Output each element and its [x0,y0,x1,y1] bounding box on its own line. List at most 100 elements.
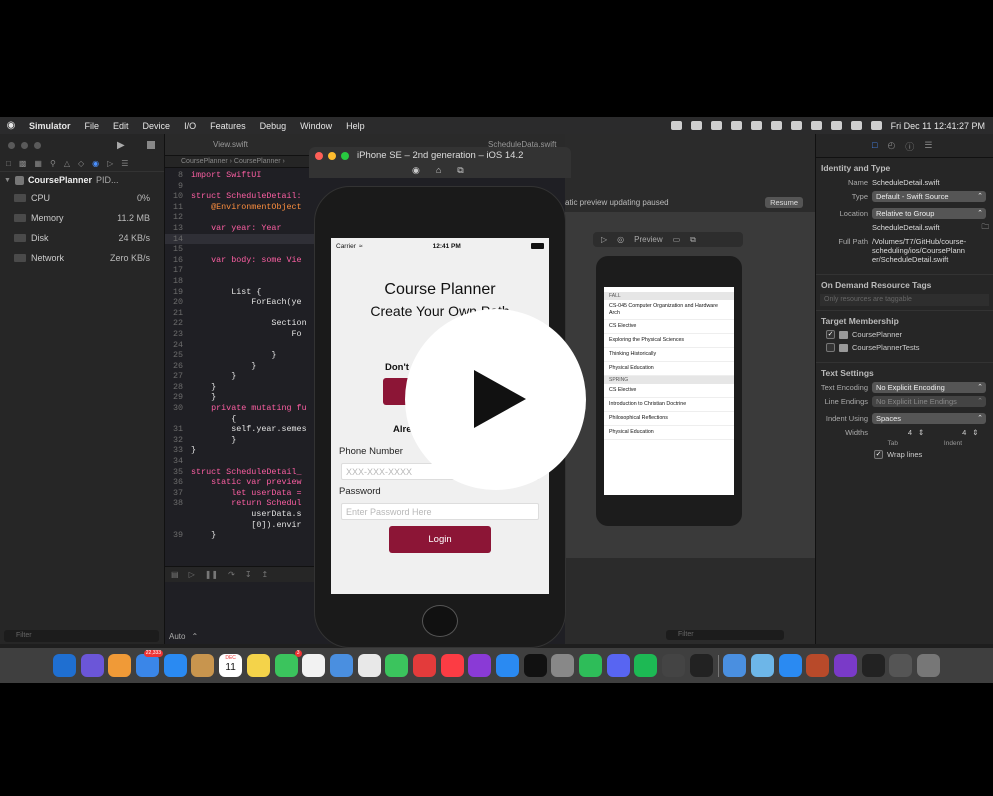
menu-app-name[interactable]: Simulator [22,121,78,131]
symbol-icon[interactable]: ▦ [34,159,42,168]
inspector-filter[interactable]: Filter [666,630,784,640]
menu-debug[interactable]: Debug [253,121,294,131]
gauge-network[interactable]: Network Zero KB/s [0,248,164,268]
dock-app-icon[interactable] [163,654,187,677]
dock-app-icon[interactable] [750,654,774,677]
debug-icon[interactable]: ◉ [92,159,99,168]
dock-app-icon[interactable] [329,654,353,677]
indent-select[interactable]: Spaces [872,412,986,424]
calendar-icon[interactable]: DEC 11 [219,654,243,677]
dock-app-icon[interactable] [889,654,913,677]
dock-app-icon[interactable] [191,654,215,677]
close-window-icon[interactable] [315,152,323,160]
dock-app-icon[interactable] [778,654,802,677]
target-row[interactable]: CoursePlannerTests [816,341,993,354]
run-icon[interactable]: ▶ [117,140,125,151]
attributes-icon[interactable]: ☰ [924,140,932,157]
target-checkbox[interactable]: ✓ [826,330,835,339]
gauge-disk[interactable]: Disk 24 KB/s [0,228,164,248]
zoom-window-icon[interactable] [34,141,41,149]
home-icon[interactable]: ⌂ [436,165,441,176]
name-field[interactable]: ScheduleDetail.swift [872,178,940,187]
indent-width-field[interactable]: 4 [924,428,972,437]
disclosure-icon[interactable]: ▼ [4,177,11,184]
gauge-cpu[interactable]: CPU 0% [0,188,164,208]
tab-width-field[interactable]: 4 [872,428,918,437]
password-input[interactable]: Enter Password Here [341,503,539,520]
chevron-down-icon[interactable]: ⌃ [191,632,198,641]
step-out-icon[interactable]: ↥ [262,570,269,579]
report-icon[interactable]: ☰ [121,159,128,168]
dock-app-icon[interactable]: 22,333 [136,650,164,677]
login-button[interactable]: Login [389,526,491,553]
type-select[interactable]: Default - Swift Source [872,190,986,202]
dock-app-icon[interactable] [579,654,603,677]
duplicate-icon[interactable]: ⧉ [690,235,696,245]
dock-app-icon[interactable] [634,654,658,677]
search-icon[interactable] [850,121,862,130]
toggle-console-icon[interactable]: ▤ [171,570,179,579]
minimize-window-icon[interactable] [328,152,336,160]
wrap-row[interactable]: ✓ Wrap lines [816,448,993,461]
encoding-select[interactable]: No Explicit Encoding [872,381,986,393]
wifi-icon[interactable] [810,121,822,130]
folder-icon[interactable]: □ [6,159,11,168]
status-icon[interactable] [730,121,742,130]
wrap-checkbox[interactable]: ✓ [874,450,883,459]
dock-app-icon[interactable] [496,654,519,677]
stop-icon[interactable] [146,141,155,149]
dock-app-icon[interactable] [662,654,686,677]
endings-select[interactable]: No Explicit Line Endings [872,395,986,407]
dock-app-icon[interactable] [523,654,547,677]
scope-select[interactable]: Auto [169,632,185,641]
dock-app-icon[interactable] [723,654,747,677]
dock-app-icon[interactable] [917,654,940,677]
dock-app-icon[interactable] [412,654,436,677]
dock-app-icon[interactable] [385,654,409,677]
help-icon[interactable]: ⓘ [905,140,914,157]
zoom-window-icon[interactable] [341,152,349,160]
step-in-icon[interactable]: ↧ [245,570,252,579]
dock-app-icon[interactable] [833,654,857,677]
menu-device[interactable]: Device [136,121,178,131]
dock-app-icon[interactable] [108,654,132,677]
status-icon[interactable] [710,121,722,130]
dock-app-icon[interactable] [468,654,492,677]
menu-clock[interactable]: Fri Dec 11 12:41:27 PM [891,121,985,131]
dock-app-icon[interactable] [551,654,575,677]
odr-tags-field[interactable]: Only resources are taggable [820,294,989,306]
dock-app-icon[interactable]: 3 [274,650,302,677]
source-control-icon[interactable]: ▩ [19,159,27,168]
screenshot-icon[interactable]: ◉ [412,165,420,176]
dock-app-icon[interactable] [246,654,270,677]
stepper-icon[interactable]: ⇕ [972,428,978,437]
dock-app-icon[interactable] [806,654,830,677]
dock-app-icon[interactable] [53,654,76,677]
pause-icon[interactable]: ❚❚ [205,570,218,579]
menu-file[interactable]: File [78,121,107,131]
apple-icon[interactable]: ◉ [0,120,22,131]
dock-app-icon[interactable] [80,654,104,677]
live-preview-icon[interactable]: ▷ [601,235,607,244]
step-over-icon[interactable]: ↷ [228,570,235,579]
home-button[interactable] [422,605,458,637]
issue-icon[interactable]: △ [64,159,70,168]
preview-on-device-label[interactable]: Preview [634,235,662,244]
file-inspector-icon[interactable]: □ [872,140,877,157]
folder-icon[interactable]: 🗀 [982,221,993,234]
target-checkbox[interactable] [826,343,835,352]
find-icon[interactable]: ⚲ [50,159,56,168]
menu-help[interactable]: Help [339,121,372,131]
bluetooth-icon[interactable] [770,121,782,130]
status-icon[interactable] [670,121,682,130]
target-row[interactable]: ✓ CoursePlanner [816,328,993,341]
status-icon[interactable] [750,121,762,130]
close-window-icon[interactable] [8,141,15,149]
test-icon[interactable]: ◇ [78,159,84,168]
minimize-window-icon[interactable] [21,141,28,149]
dock-app-icon[interactable] [440,654,464,677]
history-icon[interactable]: ◴ [887,140,895,157]
breakpoint-icon[interactable]: ▷ [107,159,113,168]
dock-app-icon[interactable] [861,654,885,677]
menu-window[interactable]: Window [293,121,339,131]
